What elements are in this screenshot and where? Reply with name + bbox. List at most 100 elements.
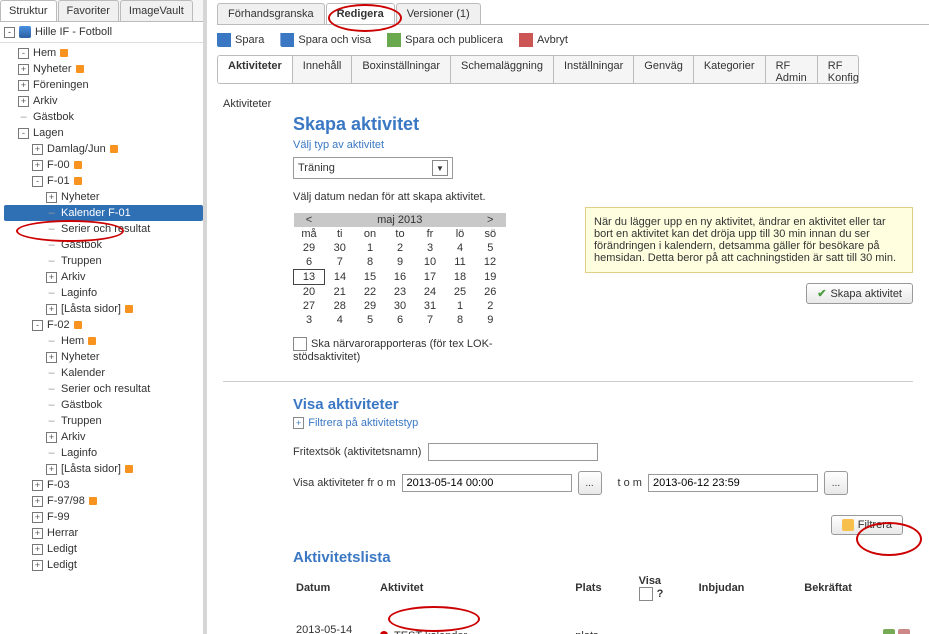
- calendar-day[interactable]: 6: [294, 255, 325, 270]
- calendar-day[interactable]: 7: [415, 313, 445, 327]
- subtab[interactable]: RF Konfig: [818, 56, 859, 83]
- subtab[interactable]: Boxinställningar: [352, 56, 451, 83]
- tree-item[interactable]: +[Låsta sidor]: [4, 461, 203, 477]
- row-activity[interactable]: TEST kalender: [379, 623, 572, 634]
- expand-icon[interactable]: +: [46, 304, 57, 315]
- subtab[interactable]: Schemaläggning: [451, 56, 554, 83]
- cal-next[interactable]: >: [475, 213, 506, 227]
- activity-type-select[interactable]: Träning ▼: [293, 157, 453, 179]
- tree-item[interactable]: –Serier och resultat: [4, 221, 203, 237]
- cancel-button[interactable]: Avbryt: [519, 33, 568, 47]
- tree-item[interactable]: +Herrar: [4, 525, 203, 541]
- expand-icon[interactable]: +: [32, 512, 43, 523]
- tree-item[interactable]: –Kalender F-01: [4, 205, 203, 221]
- tree-item[interactable]: +F-99: [4, 509, 203, 525]
- expand-icon[interactable]: +: [32, 544, 43, 555]
- calendar-day[interactable]: 2: [475, 299, 506, 313]
- calendar-day[interactable]: 29: [355, 299, 385, 313]
- expand-icon[interactable]: +: [46, 272, 57, 283]
- calendar-day[interactable]: 11: [445, 255, 475, 270]
- sidebar-tab-struktur[interactable]: Struktur: [0, 0, 57, 21]
- collapse-icon[interactable]: -: [4, 27, 15, 38]
- expand-icon[interactable]: +: [32, 560, 43, 571]
- calendar-day[interactable]: 21: [325, 285, 356, 300]
- calendar-day[interactable]: 20: [294, 285, 325, 300]
- expand-icon[interactable]: +: [32, 144, 43, 155]
- save-button[interactable]: Spara: [217, 33, 264, 47]
- edit-icon[interactable]: [883, 629, 895, 634]
- tree-item[interactable]: +Nyheter: [4, 61, 203, 77]
- from-date-picker[interactable]: ...: [578, 471, 602, 495]
- expand-icon[interactable]: +: [18, 80, 29, 91]
- attendance-checkbox[interactable]: [293, 337, 307, 351]
- to-date-input[interactable]: [648, 474, 818, 492]
- calendar-day[interactable]: 25: [445, 285, 475, 300]
- expand-icon[interactable]: +: [32, 480, 43, 491]
- calendar-day[interactable]: 5: [475, 241, 506, 255]
- subtab[interactable]: Kategorier: [694, 56, 766, 83]
- top-tab[interactable]: Versioner (1): [396, 3, 481, 24]
- expand-icon[interactable]: +: [32, 496, 43, 507]
- expand-icon[interactable]: +: [32, 528, 43, 539]
- top-tab[interactable]: Förhandsgranska: [217, 3, 325, 24]
- freetext-input[interactable]: [428, 443, 598, 461]
- tree-item[interactable]: +Nyheter: [4, 349, 203, 365]
- tree-item[interactable]: -Hem: [4, 45, 203, 61]
- expand-icon[interactable]: +: [46, 192, 57, 203]
- tree-item[interactable]: +Arkiv: [4, 93, 203, 109]
- calendar-day[interactable]: 2: [385, 241, 415, 255]
- cal-prev[interactable]: <: [294, 213, 325, 227]
- tree-item[interactable]: +Arkiv: [4, 269, 203, 285]
- tree-item[interactable]: –Gästbok: [4, 109, 203, 125]
- filter-type-toggle[interactable]: +Filtrera på aktivitetstyp: [293, 417, 913, 429]
- expand-icon[interactable]: +: [46, 352, 57, 363]
- collapse-icon[interactable]: -: [32, 176, 43, 187]
- tree-item[interactable]: –Truppen: [4, 413, 203, 429]
- tree-item[interactable]: +F-00: [4, 157, 203, 173]
- calendar-day[interactable]: 15: [355, 270, 385, 285]
- calendar-day[interactable]: 30: [385, 299, 415, 313]
- calendar-day[interactable]: 6: [385, 313, 415, 327]
- calendar-day[interactable]: 17: [415, 270, 445, 285]
- tree-item[interactable]: -F-01: [4, 173, 203, 189]
- expand-icon[interactable]: +: [18, 96, 29, 107]
- calendar-day[interactable]: 19: [475, 270, 506, 285]
- tree-item[interactable]: –Kalender: [4, 365, 203, 381]
- calendar-day[interactable]: 3: [294, 313, 325, 327]
- subtab[interactable]: Innehåll: [293, 56, 353, 83]
- calendar-day[interactable]: 28: [325, 299, 356, 313]
- top-tab[interactable]: Redigera: [326, 3, 395, 24]
- calendar-day[interactable]: 4: [325, 313, 356, 327]
- create-activity-button[interactable]: ✔Skapa aktivitet: [806, 283, 913, 304]
- delete-icon[interactable]: [898, 629, 910, 634]
- calendar-day[interactable]: 3: [415, 241, 445, 255]
- tree-item[interactable]: -Lagen: [4, 125, 203, 141]
- tree-item[interactable]: +F-03: [4, 477, 203, 493]
- calendar-day[interactable]: 12: [475, 255, 506, 270]
- calendar-day[interactable]: 14: [325, 270, 356, 285]
- subtab[interactable]: RF Admin: [766, 56, 818, 83]
- expand-icon[interactable]: +: [18, 64, 29, 75]
- filter-button[interactable]: Filtrera: [831, 515, 903, 535]
- calendar-day[interactable]: 1: [355, 241, 385, 255]
- tree-item[interactable]: –Serier och resultat: [4, 381, 203, 397]
- collapse-icon[interactable]: -: [32, 320, 43, 331]
- calendar-day[interactable]: 7: [325, 255, 356, 270]
- from-date-input[interactable]: [402, 474, 572, 492]
- calendar-day[interactable]: 26: [475, 285, 506, 300]
- tree-item[interactable]: –Laginfo: [4, 285, 203, 301]
- tree-item[interactable]: –Laginfo: [4, 445, 203, 461]
- collapse-icon[interactable]: -: [18, 128, 29, 139]
- tree-item[interactable]: +Nyheter: [4, 189, 203, 205]
- calendar-day[interactable]: 18: [445, 270, 475, 285]
- calendar-day[interactable]: 8: [355, 255, 385, 270]
- tree-item[interactable]: –Hem: [4, 333, 203, 349]
- calendar-day[interactable]: 31: [415, 299, 445, 313]
- save-view-button[interactable]: Spara och visa: [280, 33, 371, 47]
- subtab[interactable]: Genväg: [634, 56, 694, 83]
- tree-item[interactable]: +Föreningen: [4, 77, 203, 93]
- calendar-day[interactable]: 5: [355, 313, 385, 327]
- calendar-day[interactable]: 29: [294, 241, 325, 255]
- calendar-day[interactable]: 24: [415, 285, 445, 300]
- collapse-icon[interactable]: -: [18, 48, 29, 59]
